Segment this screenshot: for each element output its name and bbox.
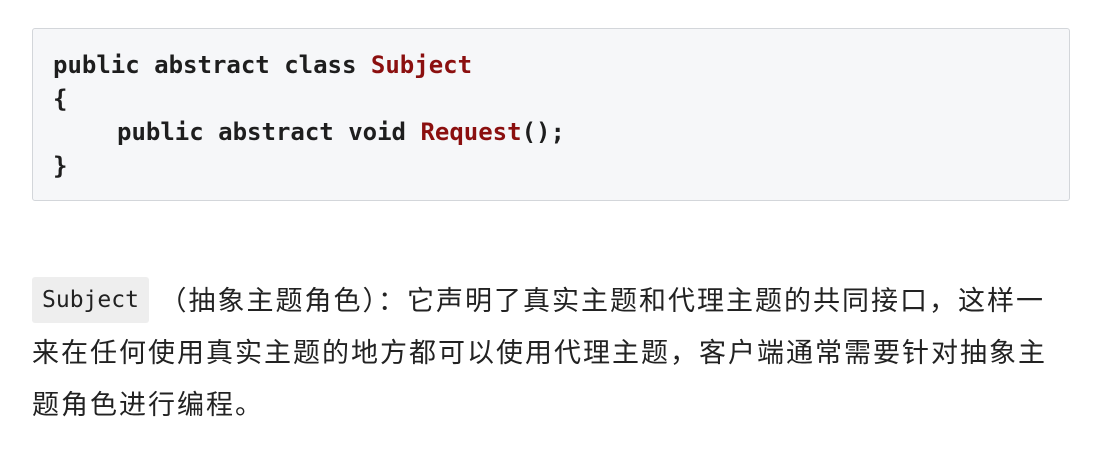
code-line-method-declaration: public abstract void Request(); [117, 115, 565, 149]
code-class-name: Subject [370, 51, 473, 79]
description-text: （抽象主题角色）：它声明了真实主题和代理主题的共同接口，这样一来在任何使用真实主… [32, 286, 1047, 421]
description-paragraph: Subject （抽象主题角色）：它声明了真实主题和代理主题的共同接口，这样一来… [32, 276, 1072, 432]
inline-code: Subject [32, 277, 149, 323]
code-method-name: Request [420, 118, 522, 146]
code-keywords: public abstract class [53, 51, 371, 79]
code-line-close-brace: } [53, 152, 68, 180]
code-keywords: public abstract void [117, 118, 421, 146]
code-line-class-declaration: public abstract class Subject [53, 48, 472, 82]
code-line-open-brace: { [53, 85, 68, 113]
code-block: public abstract class Subject { public a… [32, 28, 1070, 201]
code-suffix: (); [521, 118, 565, 146]
